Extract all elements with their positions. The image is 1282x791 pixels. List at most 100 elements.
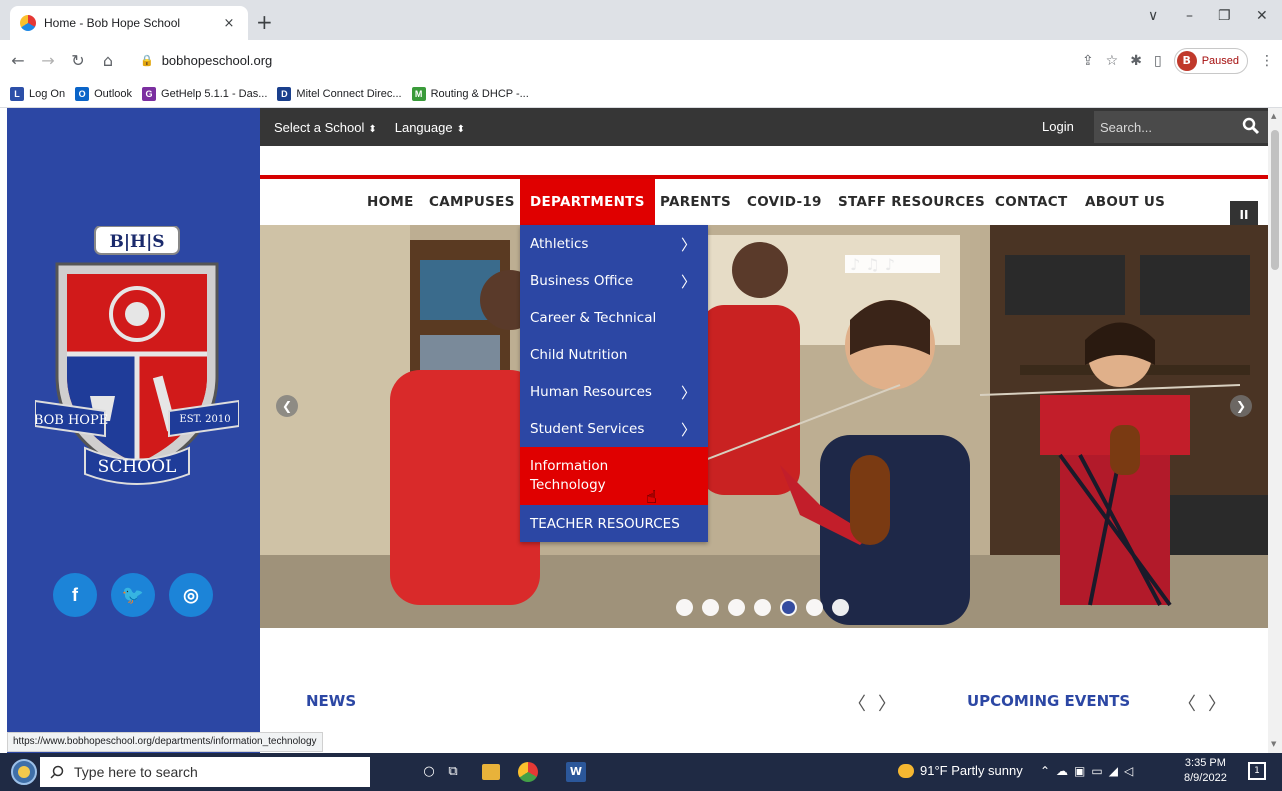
nav-contact[interactable]: CONTACT <box>995 179 1068 225</box>
extensions-puzzle-icon[interactable]: ✱ <box>1130 53 1142 69</box>
weather-widget[interactable]: 91°F Partly sunny <box>898 763 1023 778</box>
bookmark-log-on[interactable]: L Log On <box>10 86 65 101</box>
start-button[interactable] <box>6 756 42 788</box>
menu-item-child-nutrition[interactable]: Child Nutrition <box>520 336 708 373</box>
bookmark-label: Mitel Connect Direc... <box>296 87 402 100</box>
back-arrow-icon[interactable]: ← <box>6 51 30 70</box>
menu-kebab-icon[interactable]: ⋮ <box>1260 53 1274 69</box>
nav-about-us[interactable]: ABOUT US <box>1085 179 1165 225</box>
close-tab-icon[interactable]: × <box>220 16 238 31</box>
crest-monogram: B|H|S <box>109 232 164 252</box>
slider-dot[interactable] <box>806 599 823 616</box>
close-window-button[interactable]: ✕ <box>1256 8 1268 24</box>
minimize-button[interactable]: – <box>1186 8 1193 24</box>
nav-covid-19[interactable]: COVID-19 <box>747 179 822 225</box>
taskbar-clock[interactable]: 3:35 PM 8/9/2022 <box>1184 756 1227 786</box>
twitter-icon[interactable]: 🐦 <box>111 573 155 617</box>
system-tray-icons[interactable]: ⌃☁▣▭◢◁ <box>1040 764 1139 778</box>
notification-icon[interactable]: 1 <box>1248 762 1266 780</box>
scroll-down-icon[interactable]: ▼ <box>1271 740 1276 748</box>
home-icon[interactable]: ⌂ <box>96 51 120 70</box>
select-school-dropdown[interactable]: Select a School ⬍ <box>274 120 377 135</box>
reload-icon[interactable]: ↻ <box>66 51 90 70</box>
nav-parents[interactable]: PARENTS <box>660 179 731 225</box>
outlook-icon: O <box>75 86 90 101</box>
menu-item-career-technical[interactable]: Career & Technical <box>520 299 708 336</box>
language-label: Language <box>394 119 453 135</box>
bookmark-star-icon[interactable]: ☆ <box>1106 53 1119 69</box>
slider-dots <box>676 599 849 616</box>
news-prev-icon[interactable]: 〈 <box>848 690 866 716</box>
new-tab-button[interactable]: + <box>256 10 273 34</box>
slider-dot[interactable] <box>676 599 693 616</box>
slider-dot[interactable] <box>728 599 745 616</box>
slider-dot[interactable] <box>832 599 849 616</box>
profile-button[interactable]: B Paused <box>1173 48 1248 74</box>
address-bar[interactable]: 🔒 bobhopeschool.org <box>140 46 1100 74</box>
slider-next-icon[interactable]: ❯ <box>1230 395 1252 417</box>
chevron-right-icon: 〉 <box>680 236 696 254</box>
news-heading: NEWS <box>306 692 357 710</box>
menu-item-label: Information Technology <box>530 458 609 493</box>
menu-item-information-technology[interactable]: Information Technology <box>520 447 708 505</box>
menu-item-business-office[interactable]: Business Office 〉 <box>520 262 708 299</box>
login-link[interactable]: Login <box>1042 119 1074 134</box>
menu-item-label: Business Office <box>530 272 634 289</box>
search-input[interactable] <box>1100 119 1230 135</box>
menu-item-human-resources[interactable]: Human Resources 〉 <box>520 373 708 410</box>
bookmark-outlook[interactable]: O Outlook <box>75 86 132 101</box>
word-icon[interactable]: W <box>566 762 586 782</box>
task-view-icon[interactable]: ⧉ <box>442 761 464 783</box>
taskbar-search[interactable]: Type here to search <box>40 757 370 787</box>
sort-caret-icon: ⬍ <box>368 123 377 135</box>
slider-dot[interactable] <box>780 599 797 616</box>
menu-item-student-services[interactable]: Student Services 〉 <box>520 410 708 447</box>
scroll-up-icon[interactable]: ▲ <box>1271 112 1276 120</box>
browser-tab[interactable]: Home - Bob Hope School × <box>10 6 248 40</box>
chevron-right-icon: 〉 <box>680 421 696 439</box>
slider-dot[interactable] <box>702 599 719 616</box>
scroll-thumb[interactable] <box>1271 130 1279 270</box>
clock-date: 8/9/2022 <box>1184 772 1227 784</box>
school-crest-logo[interactable]: B|H|S BOB HOPE EST. 2010 SCHOOL <box>35 226 239 486</box>
upcoming-events-heading: UPCOMING EVENTS <box>967 692 1131 710</box>
nav-staff-resources[interactable]: STAFF RESOURCES <box>838 179 985 225</box>
url-text: bobhopeschool.org <box>161 52 273 68</box>
slider-dot[interactable] <box>754 599 771 616</box>
restore-button[interactable]: ❐ <box>1218 8 1231 24</box>
main-navigation: HOME CAMPUSES DEPARTMENTS PARENTS COVID-… <box>260 179 1268 229</box>
cortana-icon[interactable]: ○ <box>418 761 440 783</box>
bookmark-routing[interactable]: M Routing & DHCP -... <box>411 86 529 101</box>
slider-prev-icon[interactable]: ❮ <box>276 395 298 417</box>
side-panel-icon[interactable]: ▯ <box>1154 53 1162 69</box>
facebook-icon[interactable]: f <box>53 573 97 617</box>
crest-banner-left: BOB HOPE <box>35 413 108 428</box>
clock-time: 3:35 PM <box>1184 757 1226 769</box>
instagram-icon[interactable]: ◎ <box>169 573 213 617</box>
crest-banner-bottom: SCHOOL <box>98 457 177 477</box>
share-icon[interactable]: ⇪ <box>1082 53 1094 69</box>
tab-search-icon[interactable]: ∨ <box>1148 8 1158 24</box>
profile-status: Paused <box>1201 55 1239 67</box>
file-explorer-icon[interactable] <box>482 764 500 780</box>
bookmark-gethelp[interactable]: G GetHelp 5.1.1 - Das... <box>142 86 268 101</box>
events-prev-icon[interactable]: 〈 <box>1178 690 1196 716</box>
chrome-icon[interactable] <box>518 762 538 782</box>
utility-topbar: Select a School ⬍ Language ⬍ Login <box>260 108 1268 146</box>
events-next-icon[interactable]: 〉 <box>1208 690 1226 716</box>
language-dropdown[interactable]: Language ⬍ <box>395 120 465 135</box>
nav-departments[interactable]: DEPARTMENTS <box>520 179 655 225</box>
page-scrollbar[interactable]: ▲ ▼ <box>1268 108 1282 753</box>
menu-item-teacher-resources[interactable]: TEACHER RESOURCES <box>520 505 708 542</box>
search-icon[interactable] <box>1242 117 1260 135</box>
gethelp-icon: G <box>142 86 157 101</box>
menu-item-athletics[interactable]: Athletics 〉 <box>520 225 708 262</box>
bookmark-label: GetHelp 5.1.1 - Das... <box>161 87 268 100</box>
nav-campuses[interactable]: CAMPUSES <box>429 179 515 225</box>
news-next-icon[interactable]: 〉 <box>878 690 896 716</box>
site-search <box>1094 111 1268 143</box>
bookmark-mitel[interactable]: D Mitel Connect Direc... <box>277 86 402 101</box>
menu-item-label: Child Nutrition <box>530 346 628 363</box>
nav-home[interactable]: HOME <box>367 179 414 225</box>
forward-arrow-icon[interactable]: → <box>36 51 60 70</box>
